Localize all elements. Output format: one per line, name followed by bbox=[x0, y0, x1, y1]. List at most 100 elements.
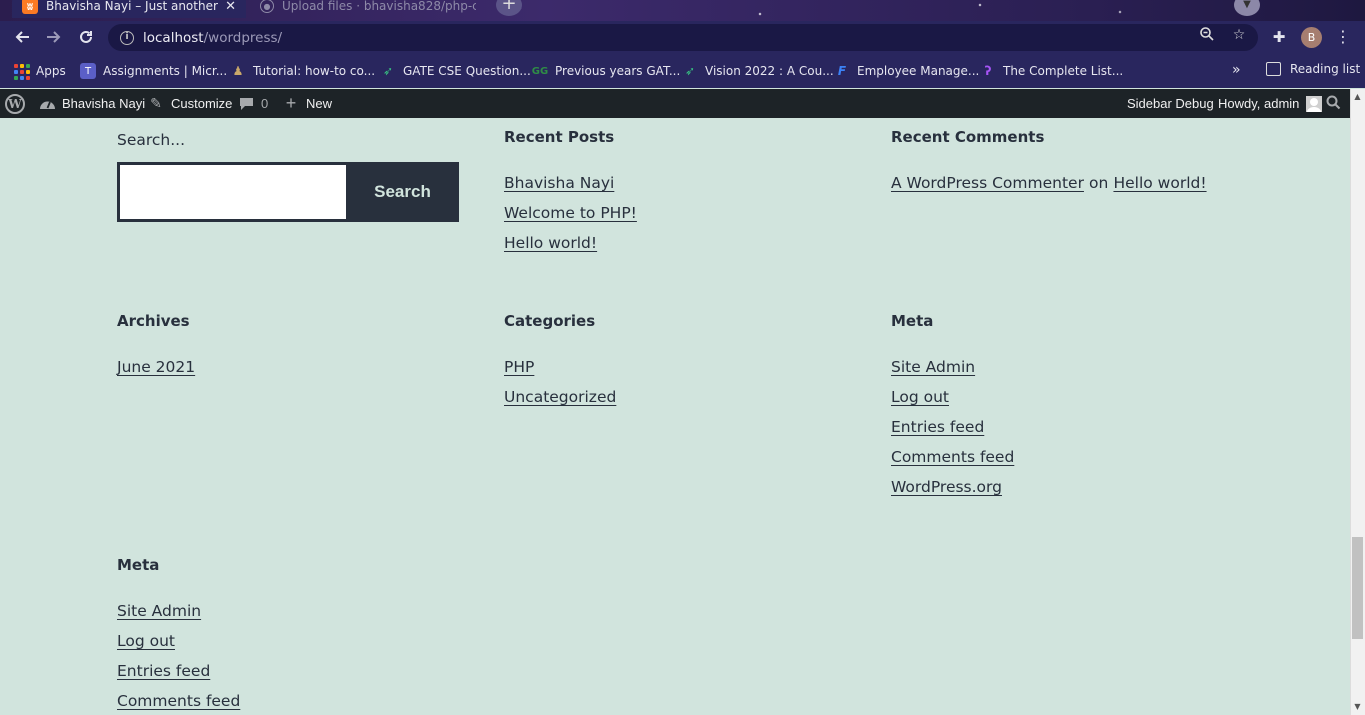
bookmark-apps[interactable]: Apps bbox=[13, 62, 66, 80]
rocket-icon: ➶ bbox=[382, 64, 394, 78]
plus-icon: + bbox=[285, 93, 297, 113]
admin-customize[interactable]: ✎ Customize bbox=[147, 89, 232, 118]
meta-title: Meta bbox=[891, 312, 934, 330]
recent-post-link[interactable]: Welcome to PHP! bbox=[504, 202, 637, 232]
admin-search[interactable] bbox=[1326, 89, 1341, 118]
meta-title: Meta bbox=[117, 556, 160, 574]
recent-post-link[interactable]: Hello world! bbox=[504, 232, 637, 262]
scrollbar-thumb[interactable] bbox=[1352, 537, 1363, 639]
bookmarks-bar: Apps T Assignments | Micr... ♟ Tutorial:… bbox=[0, 53, 1365, 88]
avatar bbox=[1306, 95, 1323, 112]
reading-list-icon bbox=[1266, 62, 1281, 76]
recent-posts-title: Recent Posts bbox=[504, 128, 615, 146]
tab-title: Bhavisha Nayi – Just another WordPress s… bbox=[46, 0, 219, 13]
comment-on-text: on bbox=[1089, 174, 1109, 192]
bookmark-label: Employee Manage... bbox=[857, 64, 980, 78]
footer-widgets-area: Search... Search Recent Posts Bhavisha N… bbox=[0, 118, 1350, 715]
admin-new[interactable]: + New bbox=[282, 89, 332, 118]
archive-link[interactable]: June 2021 bbox=[117, 356, 195, 386]
new-label: New bbox=[306, 96, 333, 111]
admin-account[interactable]: Howdy, admin bbox=[1218, 89, 1323, 118]
search-button[interactable]: Search bbox=[346, 162, 459, 222]
comment-author-link[interactable]: A WordPress Commenter bbox=[891, 174, 1084, 192]
categories-widget: Categories PHP Uncategorized bbox=[504, 312, 616, 416]
back-icon[interactable] bbox=[11, 26, 33, 48]
bookmark-assignments[interactable]: T Assignments | Micr... bbox=[80, 62, 227, 80]
close-tab-icon[interactable]: ✕ bbox=[225, 0, 236, 14]
gfg-icon: GG bbox=[531, 65, 549, 77]
xampp-icon: ʬ bbox=[22, 0, 38, 14]
admin-site-name[interactable]: Bhavisha Nayi bbox=[38, 89, 145, 118]
comment-icon bbox=[237, 95, 255, 113]
meta-link-log-out[interactable]: Log out bbox=[117, 630, 240, 660]
teams-icon: T bbox=[80, 63, 96, 79]
bookmark-gate-cse[interactable]: ➶ GATE CSE Question... bbox=[380, 62, 531, 80]
meta-link-comments-feed[interactable]: Comments feed bbox=[117, 690, 240, 715]
recent-comment-item: A WordPress Commenter on Hello world! bbox=[891, 172, 1207, 194]
wordpress-logo-icon[interactable]: W bbox=[5, 94, 25, 114]
browser-toolbar: i localhost/wordpress/ ☆ ✚ B ⋮ bbox=[0, 21, 1365, 53]
bookmark-complete-list[interactable]: ʔ The Complete List... bbox=[980, 62, 1124, 80]
admin-sidebar-debug[interactable]: Sidebar Debug bbox=[1127, 89, 1214, 118]
brush-icon: ✎ bbox=[150, 95, 162, 111]
reading-list-button[interactable]: Reading list bbox=[1266, 62, 1360, 76]
tab-title: Upload files · bhavisha828/php-c bbox=[282, 0, 476, 13]
url-path: /wordpress/ bbox=[203, 29, 283, 46]
site-info-icon[interactable]: i bbox=[120, 30, 134, 45]
comment-post-link[interactable]: Hello world! bbox=[1113, 174, 1206, 192]
bookmark-label: Tutorial: how-to co... bbox=[253, 64, 376, 78]
reload-icon[interactable] bbox=[75, 26, 97, 48]
meta-link-entries-feed[interactable]: Entries feed bbox=[891, 416, 1014, 446]
meta-link-wordpress-org[interactable]: WordPress.org bbox=[891, 476, 1014, 506]
archives-list: June 2021 bbox=[117, 356, 195, 386]
recent-post-link[interactable]: Bhavisha Nayi bbox=[504, 172, 637, 202]
bookmark-vision-2022[interactable]: ➶ Vision 2022 : A Cou... bbox=[682, 62, 834, 80]
bookmark-label: GATE CSE Question... bbox=[403, 64, 531, 78]
meta-link-entries-feed[interactable]: Entries feed bbox=[117, 660, 240, 690]
archives-title: Archives bbox=[117, 312, 190, 330]
address-bar[interactable]: i localhost/wordpress/ bbox=[108, 24, 1258, 51]
sidebar-debug-label: Sidebar Debug bbox=[1127, 96, 1214, 111]
bookmark-previous-years[interactable]: GG Previous years GAT... bbox=[531, 62, 681, 80]
meta-widget-2: Meta Site Admin Log out Entries feed Com… bbox=[117, 556, 240, 715]
meta-widget: Meta Site Admin Log out Entries feed Com… bbox=[891, 312, 1014, 506]
comments-count: 0 bbox=[261, 96, 269, 111]
site-name-label: Bhavisha Nayi bbox=[62, 96, 146, 111]
recent-posts-widget: Recent Posts Bhavisha Nayi Welcome to PH… bbox=[504, 128, 637, 262]
extensions-icon[interactable]: ✚ bbox=[1270, 28, 1288, 46]
bookmark-tutorial[interactable]: ♟ Tutorial: how-to co... bbox=[230, 62, 376, 80]
bookmark-employee[interactable]: F Employee Manage... bbox=[834, 62, 979, 80]
search-input[interactable] bbox=[117, 162, 347, 222]
scroll-up-icon[interactable]: ▲ bbox=[1351, 91, 1364, 103]
meta-link-comments-feed[interactable]: Comments feed bbox=[891, 446, 1014, 476]
bookmark-label: Apps bbox=[36, 64, 66, 78]
dashboard-icon bbox=[38, 95, 56, 113]
tab-active[interactable]: ʬ Bhavisha Nayi – Just another WordPress… bbox=[12, 0, 246, 18]
admin-comments[interactable]: 0 bbox=[237, 89, 268, 118]
star-icon[interactable]: ☆ bbox=[1230, 26, 1248, 44]
bookmark-label: Assignments | Micr... bbox=[103, 64, 228, 78]
apps-grid-icon bbox=[13, 63, 30, 80]
recent-posts-list: Bhavisha Nayi Welcome to PHP! Hello worl… bbox=[504, 172, 637, 262]
hash-icon: ʔ bbox=[984, 64, 992, 78]
forward-icon[interactable] bbox=[43, 26, 65, 48]
scroll-down-icon[interactable]: ▼ bbox=[1351, 701, 1364, 713]
tab-inactive[interactable]: ● Upload files · bhavisha828/php-c bbox=[250, 0, 486, 18]
meta-link-log-out[interactable]: Log out bbox=[891, 386, 1014, 416]
f-icon: F bbox=[837, 64, 847, 78]
bookmark-icon: ♟ bbox=[232, 64, 244, 78]
meta-link-site-admin[interactable]: Site Admin bbox=[891, 356, 1014, 386]
zoom-icon[interactable] bbox=[1198, 26, 1216, 44]
github-icon: ● bbox=[260, 0, 274, 13]
bookmarks-overflow-icon[interactable]: » bbox=[1232, 62, 1241, 78]
category-link[interactable]: PHP bbox=[504, 356, 616, 386]
bookmark-label: Vision 2022 : A Cou... bbox=[705, 64, 834, 78]
profile-avatar[interactable]: B bbox=[1301, 27, 1322, 48]
bookmark-label: The Complete List... bbox=[1003, 64, 1124, 78]
category-link[interactable]: Uncategorized bbox=[504, 386, 616, 416]
meta-link-site-admin[interactable]: Site Admin bbox=[117, 600, 240, 630]
categories-title: Categories bbox=[504, 312, 596, 330]
archives-widget: Archives June 2021 bbox=[117, 312, 195, 386]
browser-menu-icon[interactable]: ⋮ bbox=[1334, 27, 1352, 47]
meta-list: Site Admin Log out Entries feed Comments… bbox=[117, 600, 240, 715]
